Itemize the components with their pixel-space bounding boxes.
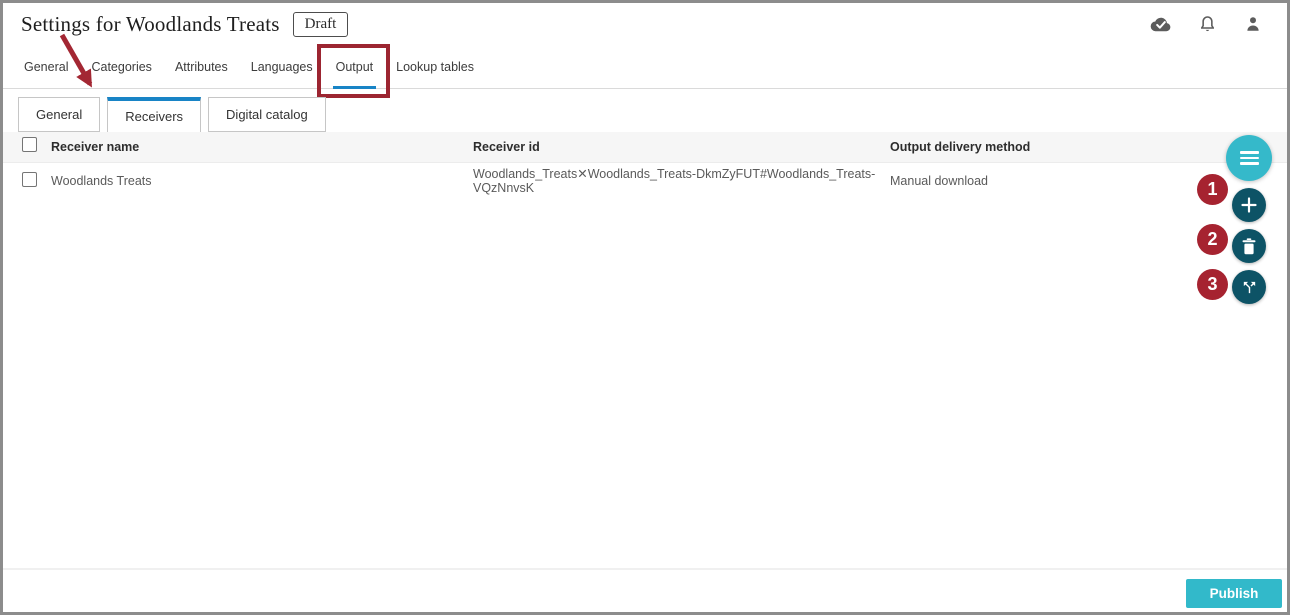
annotation-step-badge: 2 <box>1197 224 1228 255</box>
select-all-checkbox[interactable] <box>22 137 37 152</box>
cell-receiver-name: Woodlands Treats <box>51 174 473 188</box>
select-all-cell <box>22 137 51 157</box>
status-badge: Draft <box>293 12 349 37</box>
main-tab-label: Categories <box>91 60 151 74</box>
main-tab-label: Attributes <box>175 60 228 74</box>
main-tab-lookup-tables[interactable]: Lookup tables <box>394 45 476 88</box>
cloud-sync-icon[interactable] <box>1149 14 1173 34</box>
main-tab-categories[interactable]: Categories <box>89 45 153 88</box>
titlebar-icons <box>1149 14 1269 34</box>
main-tab-label: Languages <box>251 60 313 74</box>
add-receiver-button[interactable] <box>1232 188 1266 222</box>
publish-button[interactable]: Publish <box>1186 579 1282 608</box>
app-window: Settings for Woodlands Treats Draft Gene… <box>0 0 1290 615</box>
main-tab-label: General <box>24 60 68 74</box>
annotation-step-badge: 1 <box>1197 174 1228 205</box>
active-tab-indicator <box>333 86 377 89</box>
main-tab-label: Output <box>336 60 374 74</box>
footer-bar: Publish <box>3 568 1287 612</box>
hamburger-menu-icon <box>1240 151 1259 165</box>
cell-receiver-id: Woodlands_Treats✕Woodlands_Treats-DkmZyF… <box>473 166 890 195</box>
row-select-cell <box>22 172 51 190</box>
sub-tab-label: Digital catalog <box>226 107 308 122</box>
main-tab-label: Lookup tables <box>396 60 474 74</box>
column-header-receiver-name: Receiver name <box>51 140 473 154</box>
page-title: Settings for Woodlands Treats <box>21 12 280 37</box>
sub-tab-general[interactable]: General <box>18 97 100 132</box>
actions-menu-button[interactable] <box>1226 135 1272 181</box>
titlebar: Settings for Woodlands Treats Draft <box>3 3 1287 45</box>
main-tab-languages[interactable]: Languages <box>249 45 315 88</box>
sub-tab-label: Receivers <box>125 109 183 124</box>
sub-tab-receivers[interactable]: Receivers <box>107 97 201 132</box>
main-tab-attributes[interactable]: Attributes <box>173 45 230 88</box>
plus-icon <box>1241 197 1257 213</box>
trash-icon <box>1241 238 1257 255</box>
main-tab-output[interactable]: Output <box>334 45 376 88</box>
split-connect-button[interactable] <box>1232 270 1266 304</box>
delete-receiver-button[interactable] <box>1232 229 1266 263</box>
main-tab-general[interactable]: General <box>22 45 70 88</box>
sub-tab-label: General <box>36 107 82 122</box>
row-checkbox[interactable] <box>22 172 37 187</box>
sub-tab-bar: General Receivers Digital catalog <box>3 97 1287 132</box>
sub-tab-digital-catalog[interactable]: Digital catalog <box>208 97 326 132</box>
table-header-row: Receiver name Receiver id Output deliver… <box>3 132 1287 163</box>
notifications-bell-icon[interactable] <box>1195 14 1219 34</box>
main-tab-bar: General Categories Attributes Languages … <box>3 45 1287 89</box>
table-row[interactable]: Woodlands Treats Woodlands_Treats✕Woodla… <box>3 163 1287 198</box>
split-arrow-icon <box>1241 279 1258 296</box>
column-header-receiver-id: Receiver id <box>473 140 890 154</box>
annotation-step-badge: 3 <box>1197 269 1228 300</box>
profile-person-icon[interactable] <box>1241 14 1265 34</box>
